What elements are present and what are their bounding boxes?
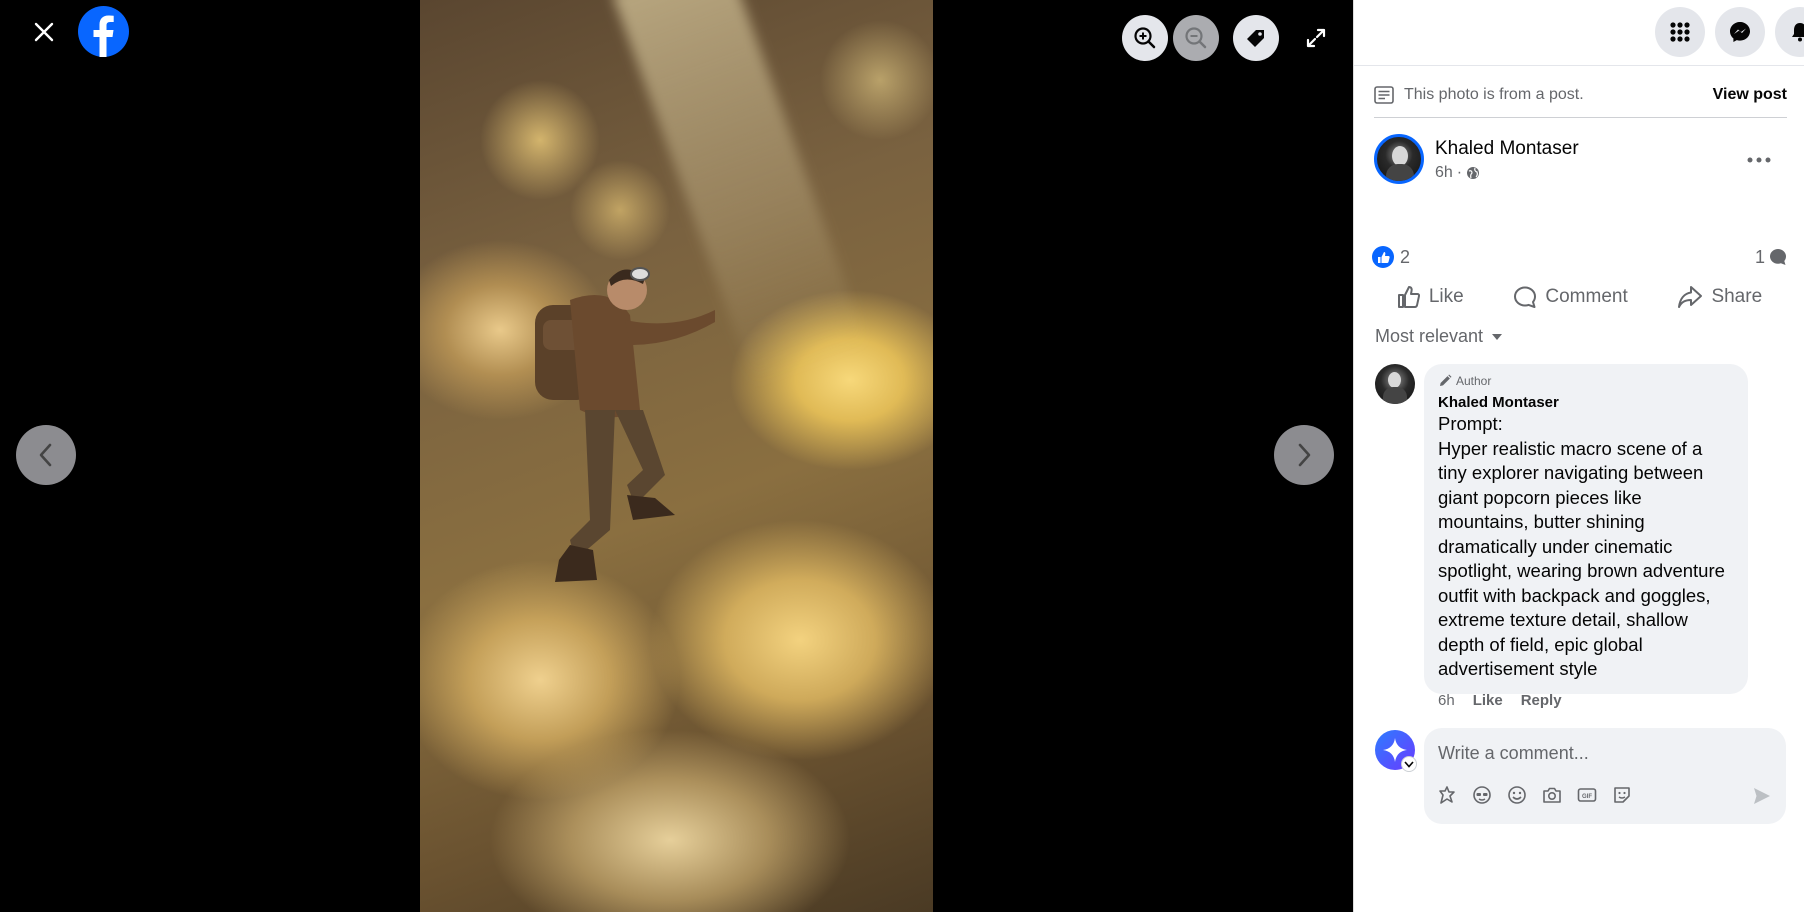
close-icon: [34, 22, 54, 42]
send-button[interactable]: [1752, 786, 1772, 811]
comment-meta: 6h Like Reply: [1438, 692, 1562, 709]
fullscreen-icon: [1306, 28, 1326, 48]
notifications-button[interactable]: [1775, 7, 1804, 57]
comment-button[interactable]: Comment: [1513, 285, 1628, 309]
comment-time[interactable]: 6h: [1438, 692, 1455, 709]
more-horizontal-icon: [1747, 157, 1771, 163]
svg-text:GIF: GIF: [1582, 794, 1592, 800]
comment-count-link[interactable]: 1: [1755, 247, 1787, 268]
photo-viewer: [0, 0, 1353, 912]
comment-bubble: Author Khaled Montaser Prompt: Hyper rea…: [1424, 364, 1748, 694]
next-photo-button[interactable]: [1274, 425, 1334, 485]
comment-sort-dropdown[interactable]: Most relevant: [1375, 326, 1503, 347]
messenger-button[interactable]: [1715, 7, 1765, 57]
comment-author-name[interactable]: Khaled Montaser: [1438, 394, 1734, 411]
author-badge: Author: [1438, 374, 1734, 388]
comment-like-button[interactable]: Like: [1473, 692, 1503, 709]
comment-text: Prompt: Hyper realistic macro scene of a…: [1438, 413, 1725, 679]
post-actions: Like Comment Share: [1372, 278, 1787, 316]
share-button[interactable]: Share: [1677, 285, 1762, 309]
like-label: Like: [1428, 286, 1464, 307]
sort-label: Most relevant: [1375, 326, 1484, 346]
zoom-out-icon: [1185, 27, 1207, 49]
camera-icon: [1542, 787, 1561, 803]
sticker-icon: [1613, 786, 1630, 803]
facebook-logo-icon[interactable]: [78, 6, 129, 57]
menu-button[interactable]: [1655, 7, 1705, 57]
send-icon: [1754, 788, 1770, 804]
gif-icon: GIF: [1577, 787, 1596, 802]
camera-button[interactable]: [1541, 784, 1562, 805]
reaction-summary: 2 1: [1372, 244, 1787, 270]
comment-reply-button[interactable]: Reply: [1521, 692, 1562, 709]
chevron-right-icon: [1298, 443, 1311, 467]
chevron-left-icon: [39, 443, 52, 467]
close-button[interactable]: [24, 14, 64, 50]
more-options-button[interactable]: [1741, 142, 1777, 178]
comment-count: 1: [1754, 246, 1765, 267]
globe-icon: [1467, 167, 1480, 179]
avatar-sticker-icon: [1438, 785, 1455, 804]
panel-header: [1354, 0, 1804, 66]
author-name[interactable]: Khaled Montaser: [1435, 138, 1579, 160]
post-photo: [420, 0, 933, 912]
zoom-in-button[interactable]: [1122, 15, 1168, 61]
tag-icon: [1247, 30, 1264, 47]
avatar-icon: [1472, 785, 1491, 804]
emoji-button[interactable]: [1506, 784, 1527, 805]
thumbs-up-icon: [1397, 286, 1420, 308]
like-reaction-icon[interactable]: [1372, 246, 1394, 268]
composer-tools: GIF: [1436, 784, 1632, 805]
profile-switcher-button[interactable]: [1401, 756, 1417, 772]
reaction-count[interactable]: 2: [1400, 247, 1410, 268]
comment-bubble-icon: [1770, 249, 1786, 265]
author-badge-label: Author: [1456, 374, 1492, 388]
comment-box: GIF: [1424, 728, 1786, 824]
tag-button[interactable]: [1233, 15, 1279, 61]
emoji-icon: [1507, 785, 1526, 804]
gif-button[interactable]: GIF: [1576, 784, 1597, 805]
comment-icon: [1514, 286, 1537, 308]
avatar-sticker-button[interactable]: [1436, 784, 1457, 805]
sticker-button[interactable]: [1611, 784, 1632, 805]
like-button[interactable]: Like: [1397, 285, 1464, 309]
explorer-figure: [535, 267, 715, 582]
messenger-icon: [1730, 22, 1750, 42]
comment-label: Comment: [1545, 286, 1628, 307]
avatar-button[interactable]: [1471, 784, 1492, 805]
post-time[interactable]: 6h: [1435, 164, 1453, 182]
commenter-avatar[interactable]: [1375, 364, 1415, 404]
view-post-link[interactable]: View post: [1713, 86, 1787, 104]
zoom-in-icon: [1134, 27, 1156, 49]
caret-down-icon: [1492, 333, 1503, 340]
share-icon: [1678, 286, 1703, 308]
meta-separator: ·: [1456, 164, 1463, 181]
share-label: Share: [1711, 286, 1763, 307]
document-icon: [1374, 85, 1394, 104]
notifications-icon: [1792, 23, 1804, 42]
menu-grid-icon: [1670, 22, 1690, 42]
from-post-notice: This photo is from a post. View post: [1374, 72, 1787, 118]
fullscreen-button[interactable]: [1296, 18, 1336, 58]
post-author: Khaled Montaser 6h ·: [1374, 134, 1787, 190]
pen-icon: [1440, 374, 1452, 386]
post-panel: This photo is from a post. View post Kha…: [1353, 0, 1804, 912]
zoom-out-button[interactable]: [1173, 15, 1219, 61]
from-post-text: This photo is from a post.: [1404, 85, 1584, 103]
previous-photo-button[interactable]: [16, 425, 76, 485]
chevron-down-icon: [1404, 760, 1414, 768]
author-avatar[interactable]: [1374, 134, 1424, 184]
post-meta: 6h ·: [1435, 164, 1480, 182]
comment-input[interactable]: [1438, 738, 1768, 768]
